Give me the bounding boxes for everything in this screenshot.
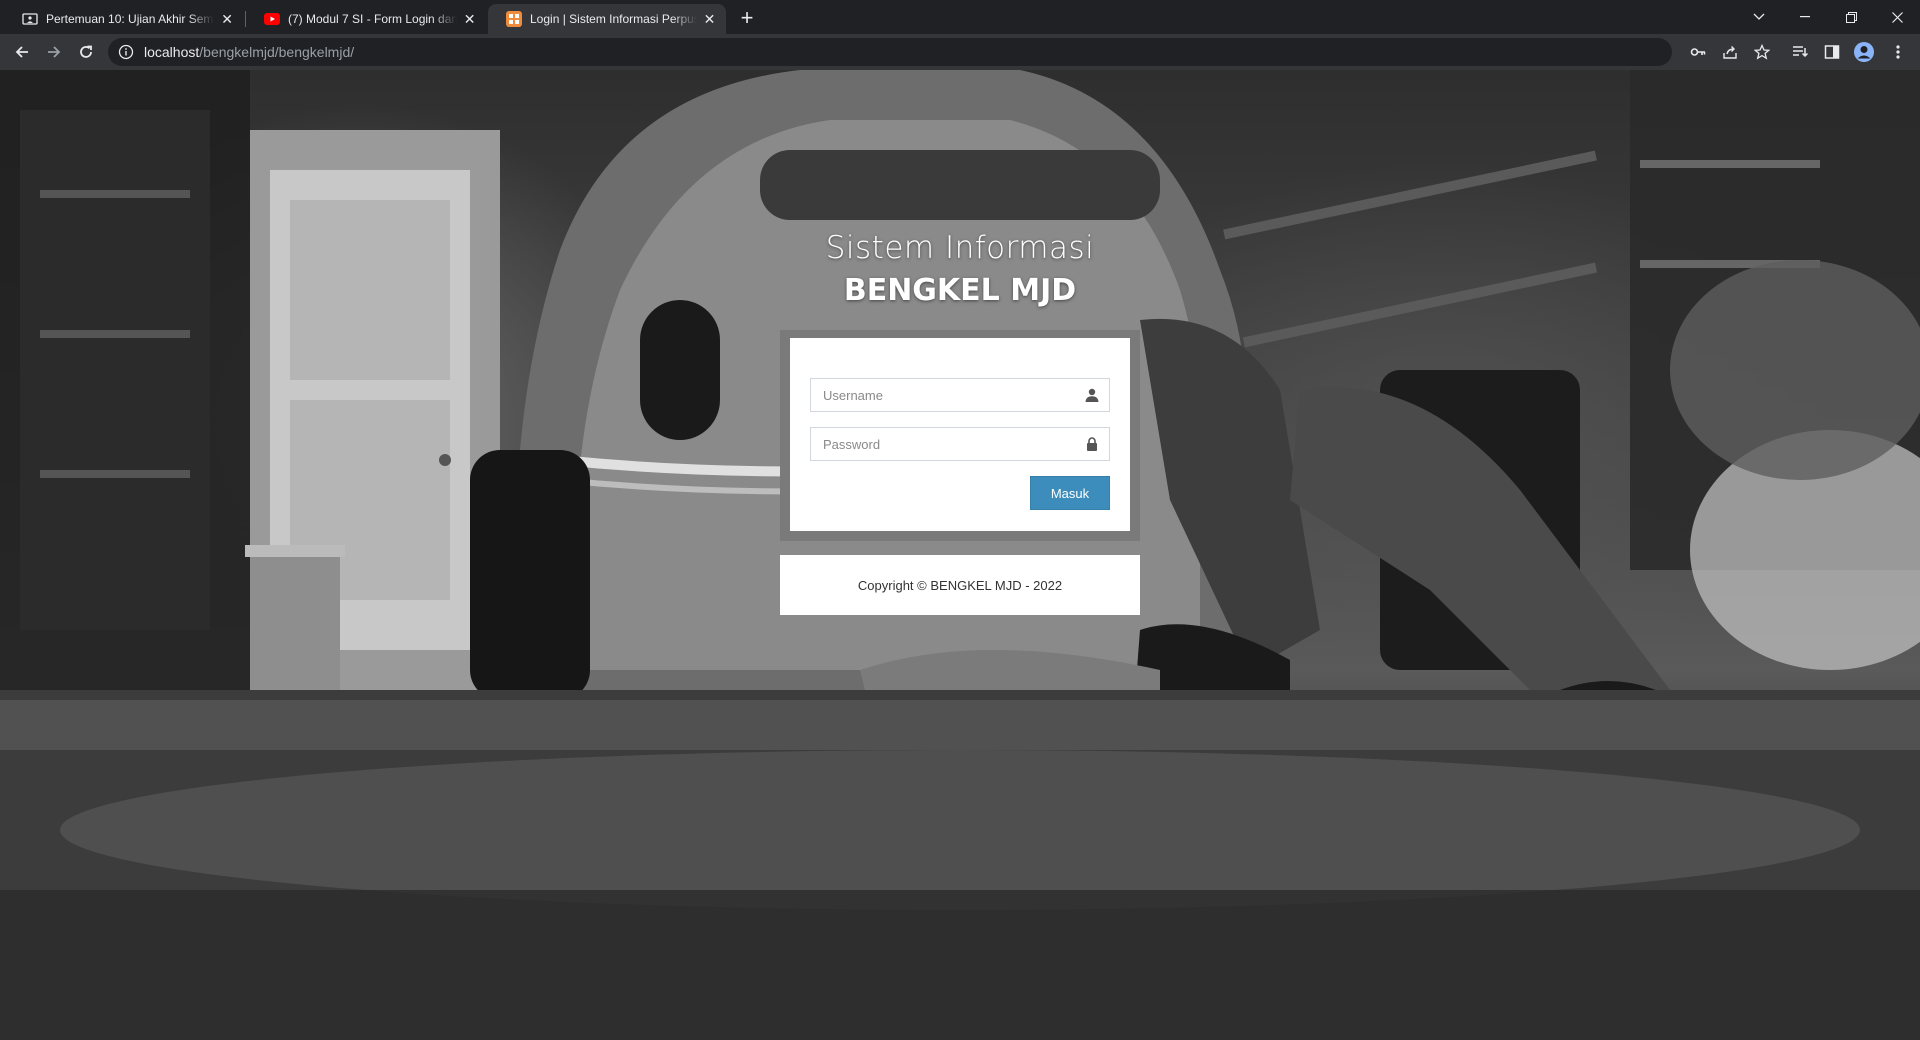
tab-title: Login | Sistem Informasi Perpustakaan [530, 12, 698, 26]
browser-toolbar: localhost/bengkelmjd/bengkelmjd/ [0, 34, 1920, 70]
restore-button[interactable] [1828, 0, 1874, 34]
username-input[interactable] [811, 379, 1109, 411]
copyright-text: Copyright © BENGKEL MJD - 2022 [857, 577, 1063, 593]
login-page: Sistem Informasi BENGKEL MJD Masuk Copyr… [0, 70, 1920, 1040]
logo-subtitle: Sistem Informasi [825, 230, 1095, 266]
tab-strip: Pertemuan 10: Ujian Akhir Semester ✕ (7)… [0, 0, 1920, 34]
codeigniter-icon [506, 11, 522, 27]
tab-ujian[interactable]: Pertemuan 10: Ujian Akhir Semester ✕ [4, 4, 244, 34]
copyright-footer: Copyright © BENGKEL MJD - 2022 [780, 555, 1140, 615]
back-button[interactable] [8, 38, 36, 66]
button-row: Masuk [810, 476, 1110, 510]
tab-search-icon[interactable] [1736, 0, 1782, 34]
side-panel-icon[interactable] [1820, 40, 1844, 64]
avatar[interactable] [1852, 40, 1876, 64]
url-host: localhost [144, 44, 200, 60]
reading-list-icon[interactable] [1788, 40, 1812, 64]
info-icon[interactable] [118, 44, 134, 60]
new-tab-button[interactable]: + [734, 6, 760, 32]
arrow-right-icon [48, 46, 61, 58]
tab-title: Pertemuan 10: Ujian Akhir Semester [46, 12, 214, 26]
key-icon[interactable] [1686, 40, 1710, 64]
user-icon [1085, 388, 1099, 402]
url-path: /bengkelmjd/bengkelmjd/ [199, 44, 355, 60]
password-input[interactable] [811, 428, 1109, 460]
close-icon[interactable]: ✕ [703, 11, 716, 27]
youtube-icon [264, 11, 280, 27]
login-form: Masuk [790, 338, 1130, 531]
close-icon[interactable]: ✕ [463, 11, 476, 27]
close-icon[interactable]: ✕ [220, 11, 234, 27]
login-container: Sistem Informasi BENGKEL MJD Masuk Copyr… [780, 228, 1140, 615]
tab-title: (7) Modul 7 SI - Form Login dan Logout [288, 12, 458, 26]
tab-youtube[interactable]: (7) Modul 7 SI - Form Login dan Logout ✕ [246, 4, 486, 34]
login-box-frame: Masuk [780, 330, 1140, 541]
username-field-group [810, 378, 1110, 412]
share-icon[interactable] [1718, 40, 1742, 64]
logo-title: BENGKEL MJD [843, 273, 1077, 308]
bookmark-star-icon[interactable] [1750, 40, 1774, 64]
more-menu-icon[interactable] [1886, 40, 1910, 64]
masuk-button[interactable]: Masuk [1030, 476, 1110, 510]
reload-icon [80, 45, 92, 58]
address-bar[interactable]: localhost/bengkelmjd/bengkelmjd/ [108, 38, 1672, 66]
reload-button[interactable] [72, 38, 100, 66]
tab-login[interactable]: Login | Sistem Informasi Perpustakaan ✕ [488, 4, 726, 34]
arrow-left-icon [15, 46, 28, 58]
password-field-group [810, 427, 1110, 461]
lock-icon [1087, 437, 1097, 451]
minimize-button[interactable] [1782, 0, 1828, 34]
forward-button[interactable] [40, 38, 68, 66]
close-window-button[interactable] [1874, 0, 1920, 34]
classroom-icon [22, 11, 38, 27]
